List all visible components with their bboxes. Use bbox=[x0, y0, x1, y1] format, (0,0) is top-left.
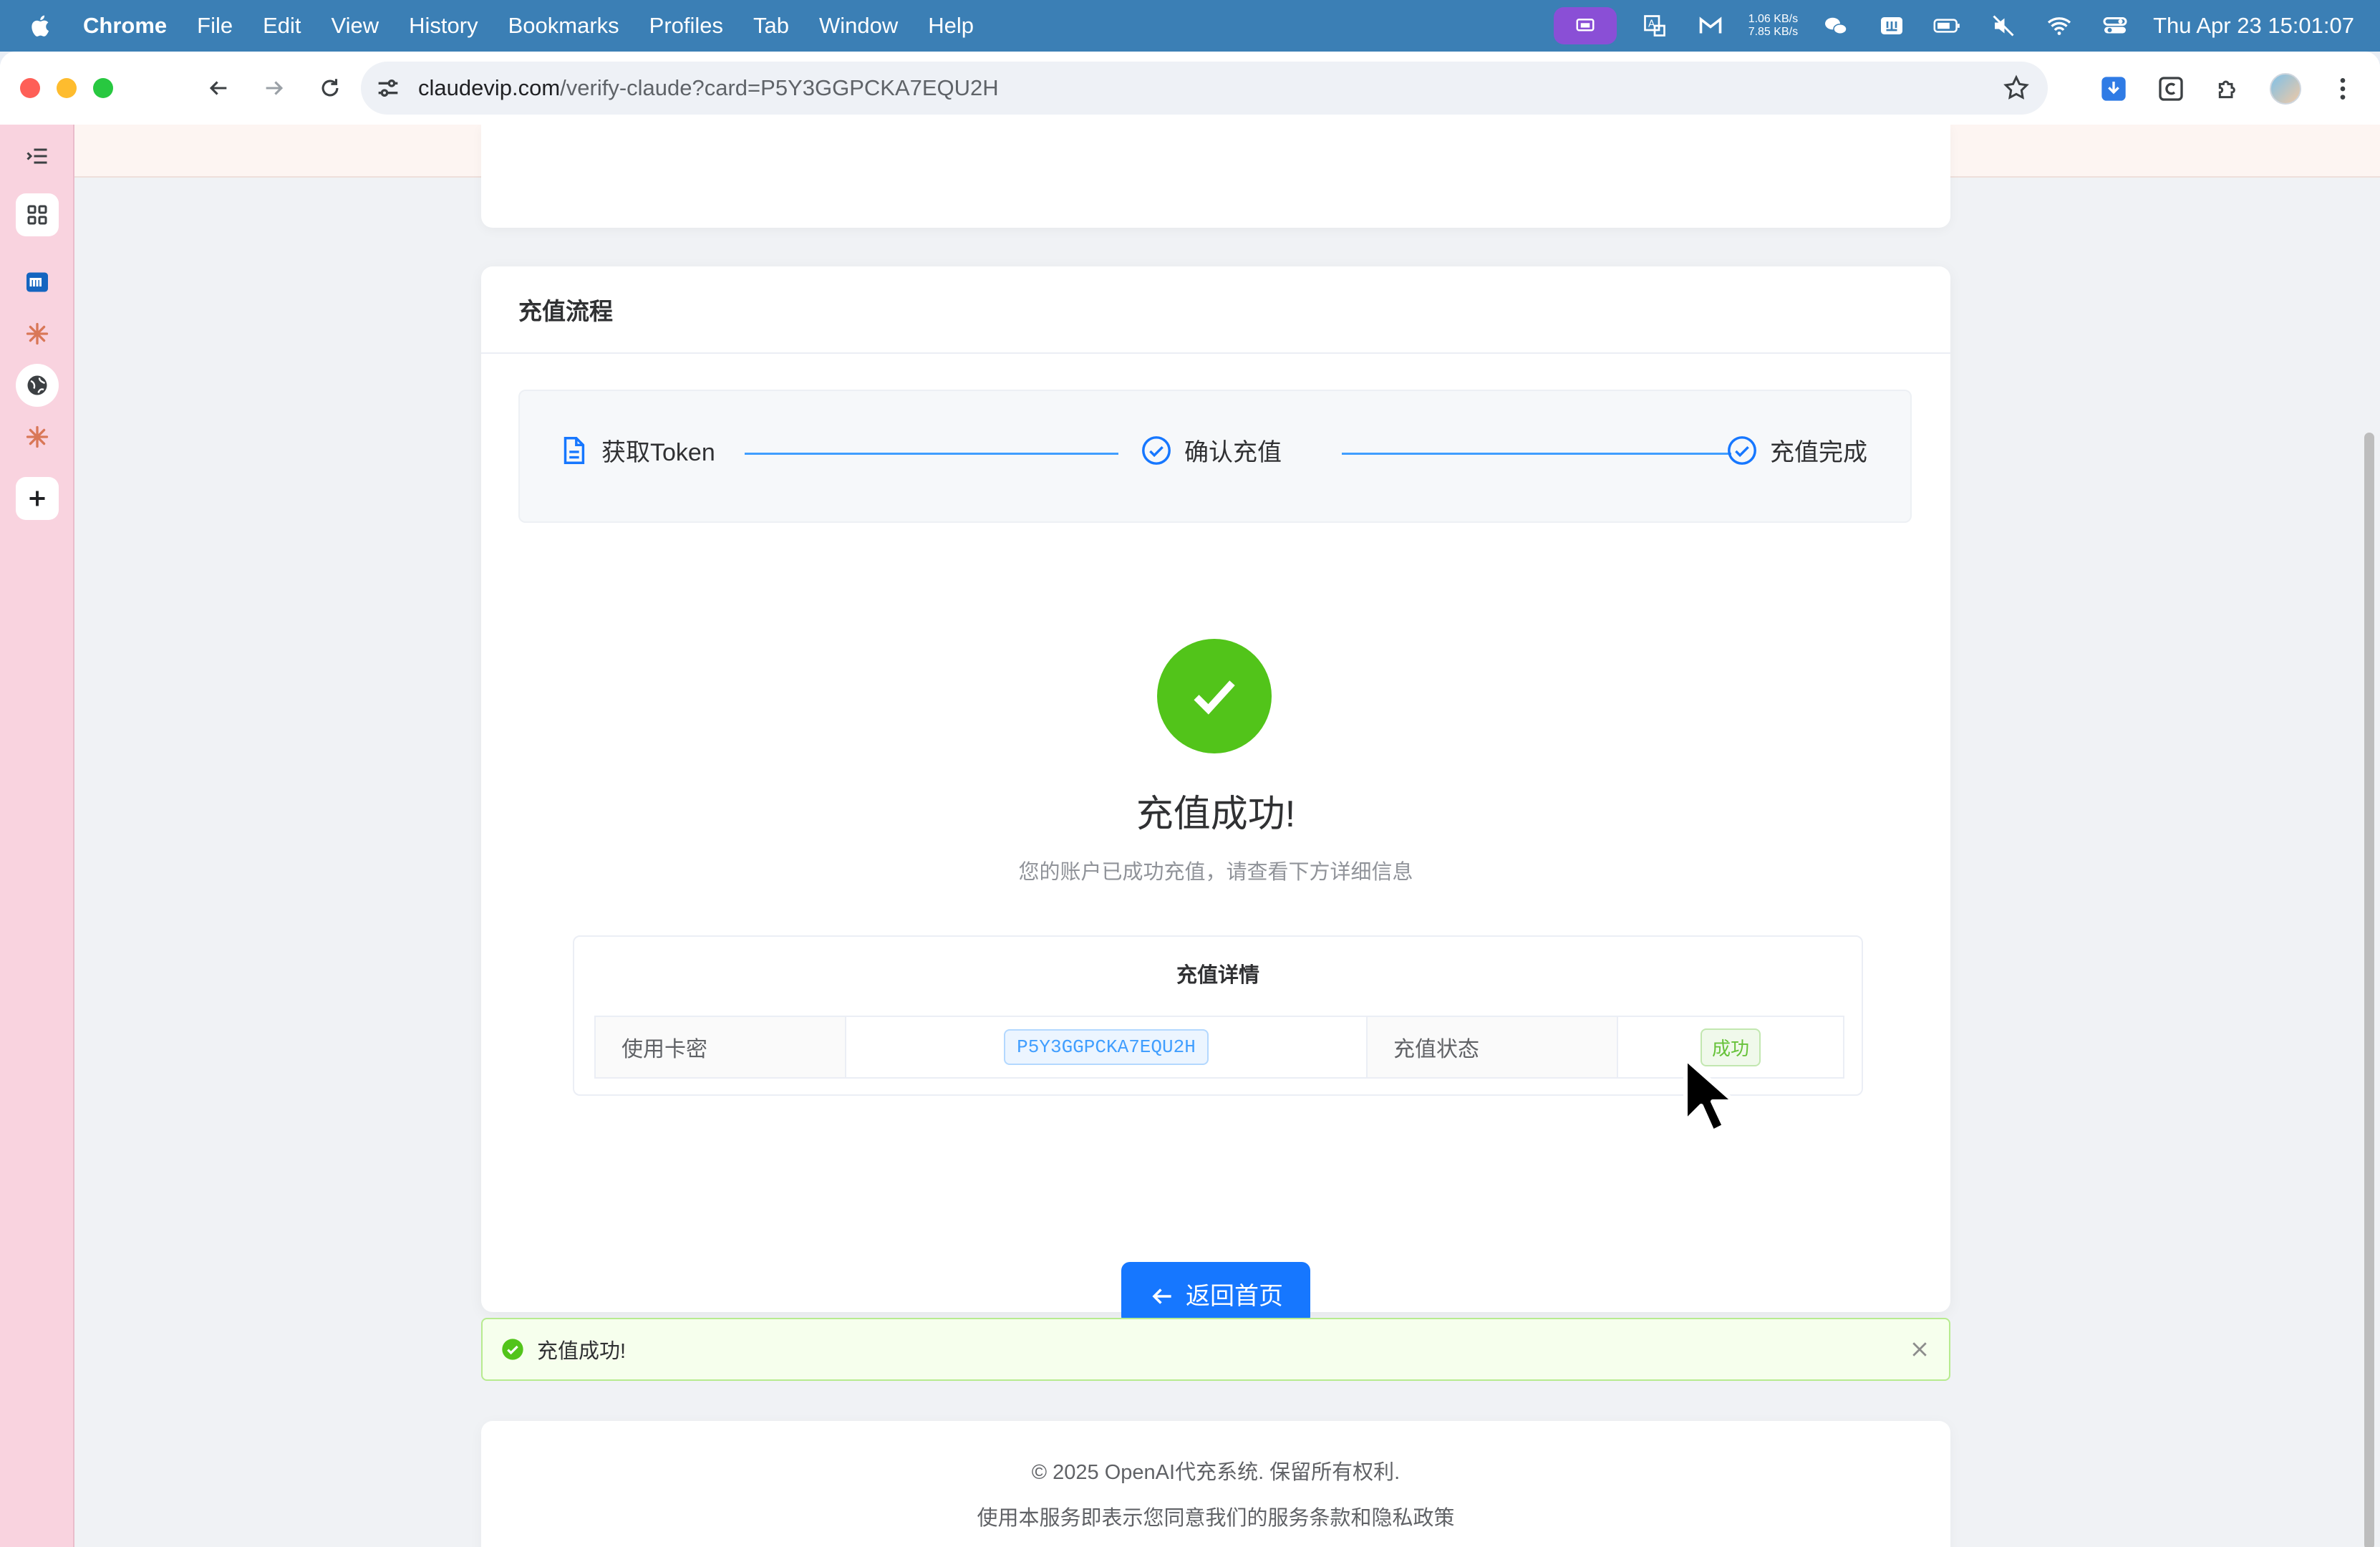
net-down-text: 7.85 KB/s bbox=[1748, 26, 1799, 38]
download-extension-icon[interactable] bbox=[2091, 66, 2137, 112]
arrow-right-icon bbox=[266, 81, 284, 95]
mouse-cursor-icon bbox=[1683, 1056, 1736, 1134]
status-label: 充值状态 bbox=[1368, 1017, 1618, 1077]
url-host: claudevip.com bbox=[418, 75, 561, 100]
page-viewport: 充值流程 获取Token 确认充值 充值完成 充值成功! 您的账户已成功充值，请… bbox=[74, 125, 2380, 1547]
network-speed: 1.06 KB/s 7.85 KB/s bbox=[1748, 13, 1798, 39]
browser-toolbar: claudevip.com/verify-claude?card=P5Y3GGP… bbox=[0, 52, 2380, 125]
step-label: 获取Token bbox=[601, 439, 715, 466]
url-text[interactable]: claudevip.com/verify-claude?card=P5Y3GGP… bbox=[418, 75, 999, 101]
claude-icon[interactable] bbox=[16, 312, 59, 355]
collapse-icon[interactable] bbox=[16, 135, 59, 178]
apps-grid-icon[interactable] bbox=[16, 193, 59, 236]
battery-icon[interactable] bbox=[1930, 10, 1965, 42]
chrome-menu-icon[interactable] bbox=[2320, 66, 2366, 112]
c-extension-icon[interactable] bbox=[2148, 66, 2194, 112]
reload-icon bbox=[321, 79, 339, 97]
gmail-icon[interactable] bbox=[1693, 10, 1728, 42]
bookmark-star-icon[interactable] bbox=[2002, 74, 2031, 102]
back-home-label: 返回首页 bbox=[1186, 1282, 1283, 1310]
previous-card bbox=[481, 125, 1950, 228]
browser-window: claudevip.com/verify-claude?card=P5Y3GGP… bbox=[0, 52, 2380, 1547]
m-app-icon[interactable] bbox=[16, 261, 59, 304]
success-check-icon bbox=[1157, 639, 1272, 753]
success-alert: 充值成功! bbox=[481, 1318, 1950, 1381]
url-path: /verify-claude?card=P5Y3GGPCKA7EQU2H bbox=[560, 75, 999, 100]
wifi-icon[interactable] bbox=[2041, 10, 2077, 42]
menu-bookmarks[interactable]: Bookmarks bbox=[508, 13, 619, 39]
steps-bar: 获取Token 确认充值 充值完成 bbox=[518, 390, 1912, 523]
card-key-tag: P5Y3GGPCKA7EQU2H bbox=[1004, 1029, 1209, 1065]
side-panel bbox=[0, 125, 74, 1547]
menu-edit[interactable]: Edit bbox=[263, 13, 301, 39]
translate-icon[interactable]: A bbox=[1637, 10, 1673, 42]
window-controls bbox=[20, 78, 130, 98]
menubar-clock[interactable]: Thu Apr 23 15:01:07 bbox=[2153, 13, 2354, 39]
menu-file[interactable]: File bbox=[197, 13, 233, 39]
zoom-window-button[interactable] bbox=[93, 78, 113, 98]
arrow-left-icon bbox=[1152, 1288, 1171, 1304]
forward-button[interactable] bbox=[253, 67, 296, 110]
section-title: 充值流程 bbox=[481, 266, 1950, 354]
macos-menu-bar: Chrome File Edit View History Bookmarks … bbox=[0, 0, 2380, 52]
step-connector bbox=[1342, 453, 1731, 455]
menu-tab[interactable]: Tab bbox=[753, 13, 789, 39]
step-connector bbox=[745, 453, 1118, 455]
reload-button[interactable] bbox=[309, 67, 352, 110]
claude-icon[interactable] bbox=[16, 415, 59, 458]
menu-app-name[interactable]: Chrome bbox=[83, 13, 167, 39]
document-icon bbox=[563, 436, 585, 464]
success-title: 充值成功! bbox=[1136, 794, 1296, 835]
back-button[interactable] bbox=[197, 67, 240, 110]
close-icon[interactable] bbox=[1909, 1339, 1930, 1360]
recharge-process-card: 充值流程 获取Token 确认充值 充值完成 充值成功! 您的账户已成功充值，请… bbox=[481, 266, 1950, 1325]
wechat-icon[interactable] bbox=[1818, 10, 1854, 42]
extensions-area bbox=[2079, 66, 2366, 112]
check-circle-icon bbox=[1728, 435, 1756, 465]
check-circle-icon bbox=[1142, 435, 1171, 465]
footer-terms: 使用本服务即表示您同意我们的服务条款和隐私政策 bbox=[977, 1507, 1455, 1530]
details-title: 充值详情 bbox=[1176, 964, 1259, 987]
success-subtitle: 您的账户已成功充值，请查看下方详细信息 bbox=[1018, 861, 1413, 884]
extensions-puzzle-icon[interactable] bbox=[2205, 66, 2251, 112]
minimize-window-button[interactable] bbox=[57, 78, 77, 98]
input-method-icon[interactable] bbox=[1874, 10, 1910, 42]
globe-icon[interactable] bbox=[16, 364, 59, 407]
step-complete: 充值完成 bbox=[1726, 433, 1867, 468]
arrow-left-icon bbox=[209, 81, 227, 95]
success-circle-icon bbox=[502, 1339, 523, 1360]
recharge-details-table: 充值详情 使用卡密 P5Y3GGPCKA7EQU2H 充值状态 成功 bbox=[573, 935, 1863, 1096]
card-key-cell: P5Y3GGPCKA7EQU2H bbox=[846, 1017, 1368, 1077]
site-settings-icon[interactable] bbox=[374, 74, 402, 102]
step-confirm: 确认充值 bbox=[1140, 433, 1282, 468]
menu-help[interactable]: Help bbox=[928, 13, 974, 39]
details-row: 使用卡密 P5Y3GGPCKA7EQU2H 充值状态 成功 bbox=[594, 1016, 1844, 1079]
card-key-label: 使用卡密 bbox=[596, 1017, 846, 1077]
page-footer: © 2025 OpenAI代充系统. 保留所有权利. 使用本服务即表示您同意我们… bbox=[481, 1421, 1950, 1547]
footer-copyright: © 2025 OpenAI代充系统. 保留所有权利. bbox=[1031, 1461, 1401, 1484]
step-label: 确认充值 bbox=[1184, 439, 1282, 466]
alert-message: 充值成功! bbox=[537, 1340, 627, 1363]
menu-profiles[interactable]: Profiles bbox=[649, 13, 723, 39]
apple-icon[interactable] bbox=[29, 14, 53, 38]
net-up-text: 1.06 KB/s bbox=[1748, 13, 1799, 25]
menu-view[interactable]: View bbox=[332, 13, 379, 39]
add-icon[interactable] bbox=[16, 477, 59, 520]
step-get-token: 获取Token bbox=[557, 433, 715, 468]
mute-icon[interactable] bbox=[1985, 10, 2021, 42]
address-bar[interactable]: claudevip.com/verify-claude?card=P5Y3GGP… bbox=[361, 62, 2048, 115]
page-scrollbar[interactable] bbox=[2364, 433, 2374, 1547]
control-center-icon[interactable] bbox=[2097, 10, 2133, 42]
profile-avatar-icon[interactable] bbox=[2263, 66, 2308, 112]
screen-mirror-icon[interactable] bbox=[1553, 7, 1617, 44]
menu-history[interactable]: History bbox=[409, 13, 478, 39]
back-home-button[interactable]: 返回首页 bbox=[1121, 1262, 1310, 1325]
close-window-button[interactable] bbox=[20, 78, 40, 98]
step-label: 充值完成 bbox=[1770, 439, 1867, 466]
menu-window[interactable]: Window bbox=[819, 13, 898, 39]
